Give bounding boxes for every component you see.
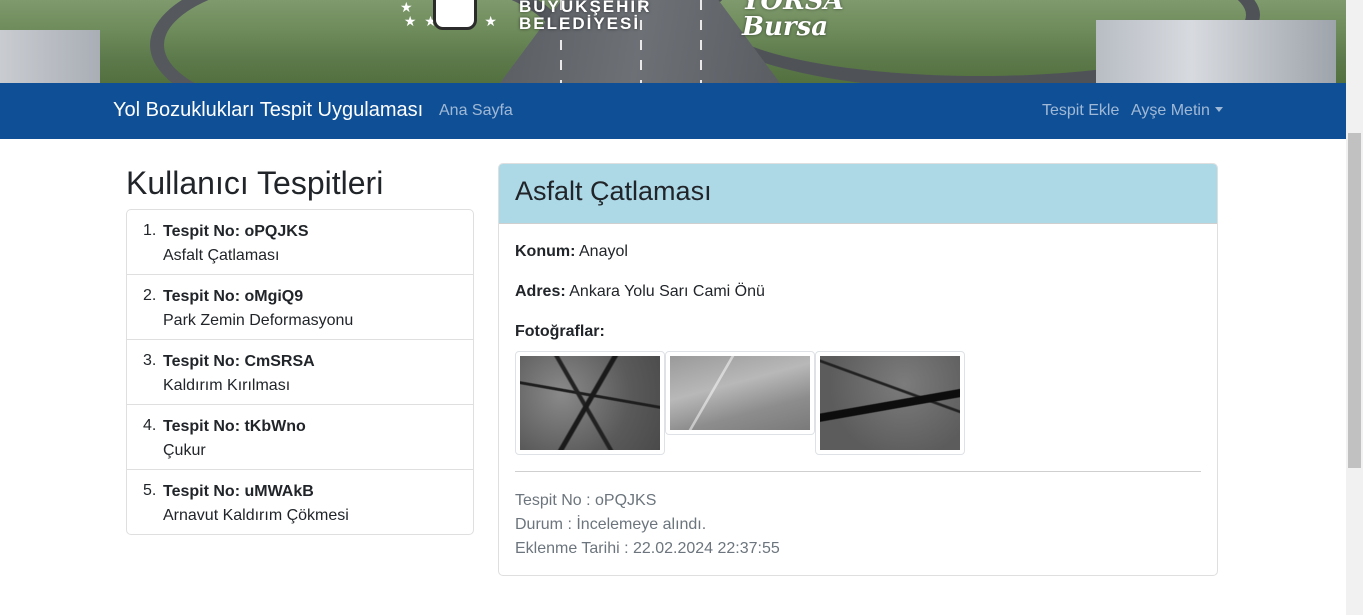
list-item-code: Tespit No: oPQJKS xyxy=(163,223,309,240)
list-item-number: 1. xyxy=(143,222,157,239)
vertical-scrollbar[interactable] xyxy=(1346,0,1363,615)
list-item-code: Tespit No: oMgiQ9 xyxy=(163,288,304,305)
list-item[interactable]: 3. Tespit No: CmSRSA Kaldırım Kırılması xyxy=(127,340,473,405)
banner-road-loop-left xyxy=(150,0,570,83)
location-field: Konum: Anayol xyxy=(515,243,628,261)
list-item-number: 4. xyxy=(143,417,157,434)
location-label: Konum: xyxy=(515,243,576,260)
municipality-seal-logo xyxy=(433,0,477,30)
photo-thumbnail[interactable] xyxy=(665,351,815,435)
road-surface-photo xyxy=(670,356,810,430)
asphalt-crack-photo xyxy=(520,356,660,450)
nav-link-add-detection[interactable]: Tespit Ekle xyxy=(1042,102,1119,120)
list-item-type: Çukur xyxy=(163,442,206,459)
address-label: Adres: xyxy=(515,283,566,300)
list-item[interactable]: 1. Tespit No: oPQJKS Asfalt Çatlaması xyxy=(127,210,473,275)
user-menu-dropdown[interactable]: Ayşe Metin xyxy=(1131,102,1223,120)
list-item[interactable]: 2. Tespit No: oMgiQ9 Park Zemin Deformas… xyxy=(127,275,473,340)
list-title: Kullanıcı Tespitleri xyxy=(126,165,384,201)
header-banner-image: ★ ★ ★ ★ ★ ★ BÜYÜKŞEHİR BELEDİYESİ YORSAB… xyxy=(0,0,1346,83)
address-value: Ankara Yolu Sarı Cami Önü xyxy=(569,283,765,300)
list-item-code: Tespit No: tKbWno xyxy=(163,418,306,435)
list-item-type: Asfalt Çatlaması xyxy=(163,247,280,264)
photos-label: Fotoğraflar: xyxy=(515,323,605,340)
list-item-type: Park Zemin Deformasyonu xyxy=(163,312,354,329)
asphalt-crack-photo xyxy=(820,356,960,450)
caret-down-icon xyxy=(1214,107,1223,112)
user-name: Ayşe Metin xyxy=(1131,102,1210,119)
scrollbar-thumb[interactable] xyxy=(1348,133,1361,468)
address-field: Adres: Ankara Yolu Sarı Cami Önü xyxy=(515,283,765,301)
banner-building-left xyxy=(0,30,100,83)
logo-text-line2: BELEDİYESİ xyxy=(519,14,641,33)
detection-number: Tespit No : oPQJKS xyxy=(515,492,657,509)
detail-title: Asfalt Çatlaması xyxy=(515,176,712,206)
navbar-brand[interactable]: Yol Bozuklukları Tespit Uygulaması xyxy=(113,99,423,122)
detection-status: Durum : İncelemeye alındı. xyxy=(515,516,707,533)
detection-list: 1. Tespit No: oPQJKS Asfalt Çatlaması 2.… xyxy=(126,209,474,535)
municipality-logo-text: BÜYÜKŞEHİR BELEDİYESİ xyxy=(519,0,651,32)
list-item[interactable]: 5. Tespit No: uMWAkB Arnavut Kaldırım Çö… xyxy=(127,470,473,534)
photo-thumbnail[interactable] xyxy=(815,351,965,455)
logo-text-line1: BÜYÜKŞEHİR xyxy=(519,0,652,16)
divider xyxy=(515,471,1201,472)
list-item-number: 5. xyxy=(143,482,157,499)
list-item-number: 3. xyxy=(143,352,157,369)
detail-card-header: Asfalt Çatlaması xyxy=(499,164,1217,224)
list-item-type: Arnavut Kaldırım Çökmesi xyxy=(163,507,349,524)
yorsa-bursa-logo: YORSA Bursa xyxy=(742,0,844,42)
banner-lane-line xyxy=(700,0,702,83)
page: ★ ★ ★ ★ ★ ★ BÜYÜKŞEHİR BELEDİYESİ YORSAB… xyxy=(0,0,1363,615)
list-item-code: Tespit No: CmSRSA xyxy=(163,353,315,370)
banner-building-right xyxy=(1096,20,1336,83)
detail-card: Asfalt Çatlaması Konum: Anayol Adres: An… xyxy=(498,163,1218,576)
list-item-number: 2. xyxy=(143,287,157,304)
list-item-type: Kaldırım Kırılması xyxy=(163,377,291,394)
photo-thumbnail[interactable] xyxy=(515,351,665,455)
nav-link-home[interactable]: Ana Sayfa xyxy=(439,102,513,120)
location-value: Anayol xyxy=(579,243,628,260)
list-item-code: Tespit No: uMWAkB xyxy=(163,483,314,500)
list-item[interactable]: 4. Tespit No: tKbWno Çukur xyxy=(127,405,473,470)
navbar: Yol Bozuklukları Tespit Uygulaması Ana S… xyxy=(0,83,1346,139)
detection-date: Eklenme Tarihi : 22.02.2024 22:37:55 xyxy=(515,540,780,557)
